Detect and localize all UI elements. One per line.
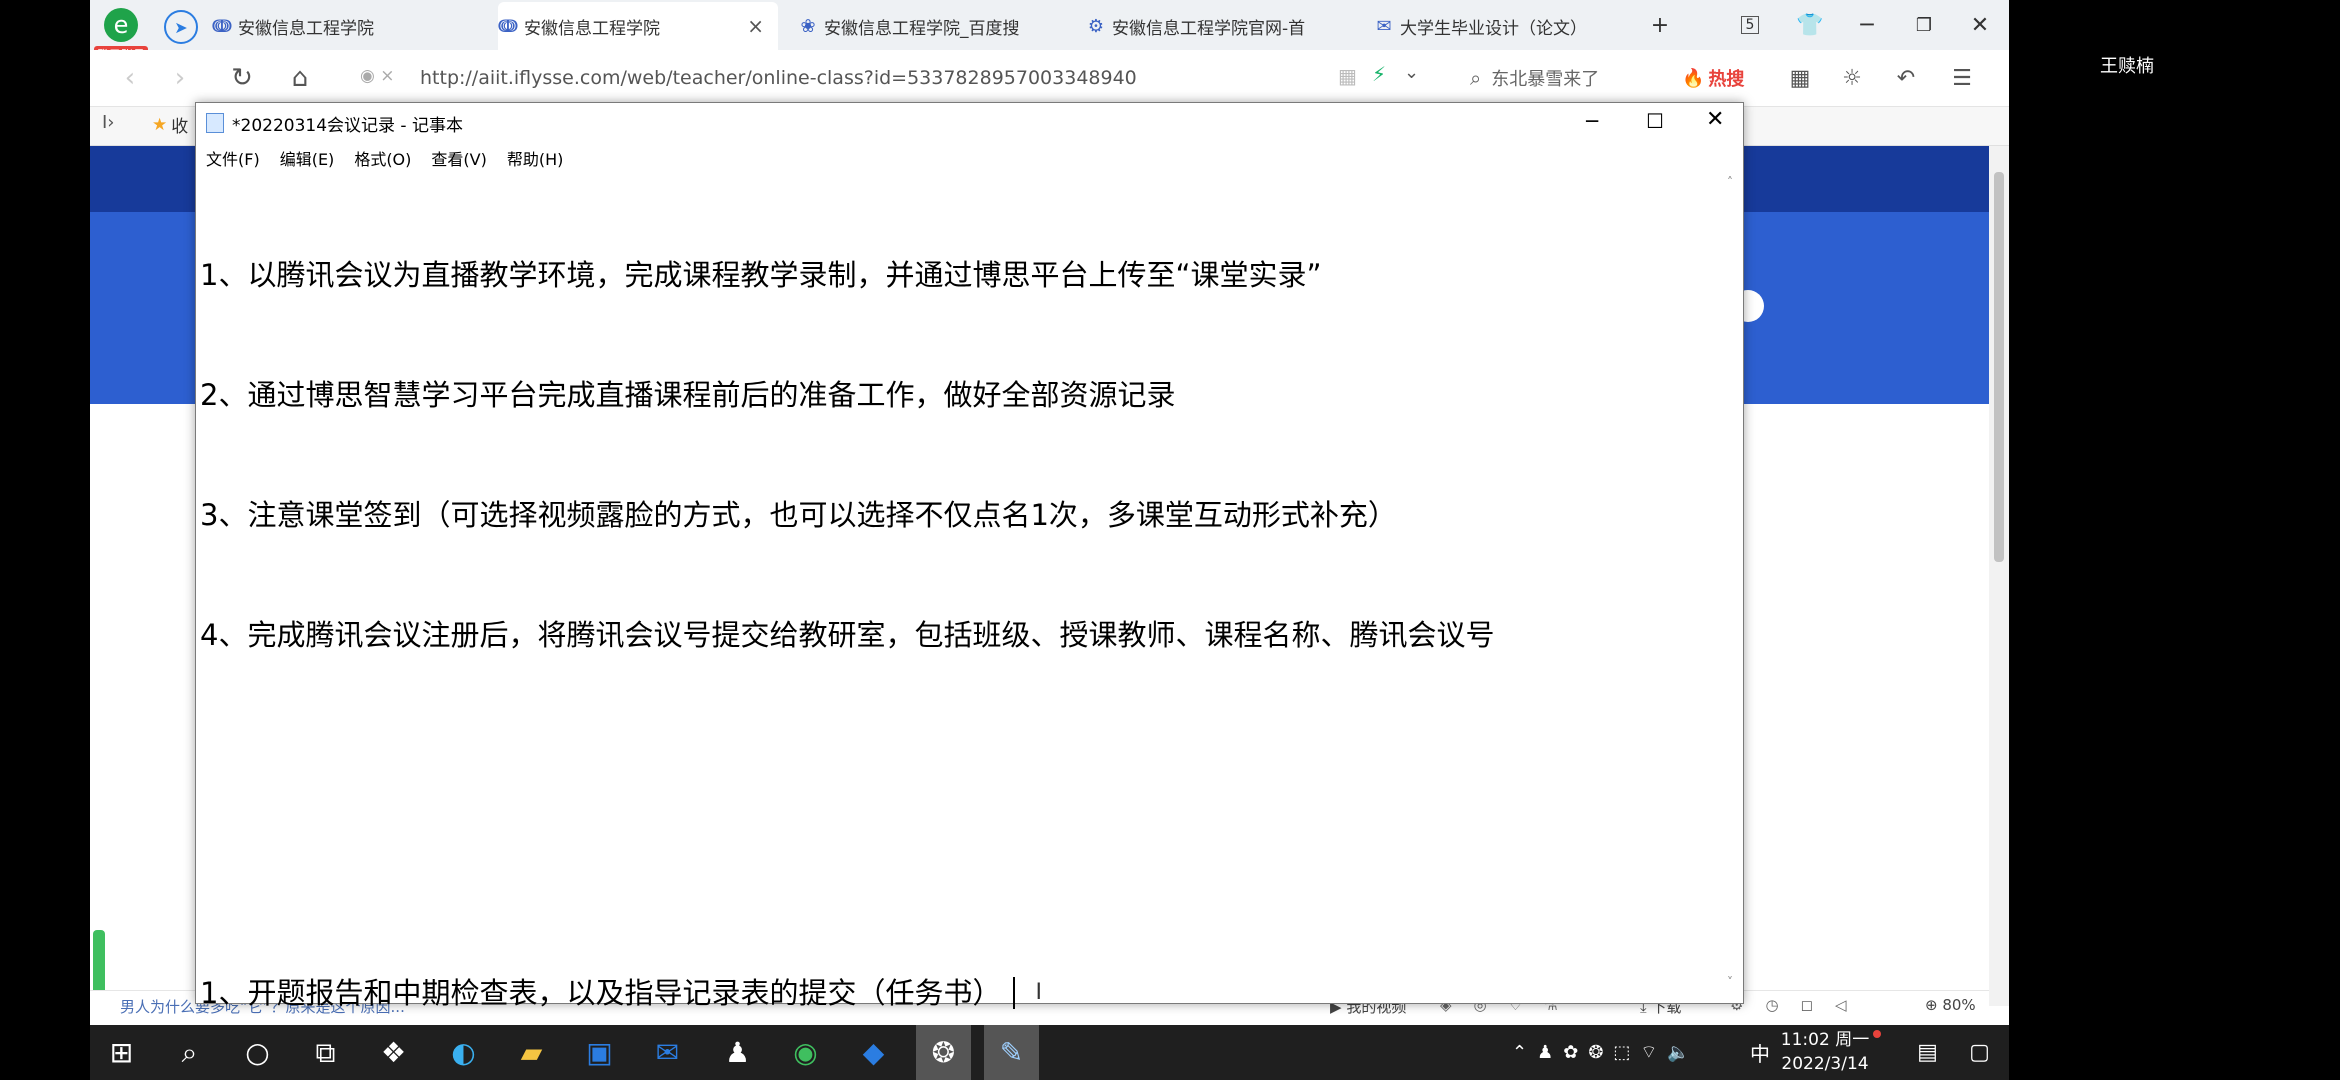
screen: e 登录账号 ➤ ↈ安徽信息工程学院 ↈ安徽信息工程学院 × ❀安徽信息工程学院… <box>90 0 2009 1080</box>
cap-icon: ✉ <box>1376 15 1392 37</box>
new-tab-button[interactable]: + <box>1640 0 1680 50</box>
search-taskbar-icon[interactable]: ⌕ <box>162 1025 217 1080</box>
gear-icon: ⚙ <box>1087 15 1105 37</box>
favorites-button[interactable]: ★ 收 <box>152 112 188 138</box>
text-line: 3、注意课堂签到（可选择视频露脸的方式，也可以选择不仅点名1次，多课堂互动形式补… <box>200 498 1397 532</box>
school-app-icon[interactable]: ❂ <box>916 1025 971 1080</box>
shirt-icon[interactable]: 👕 <box>1790 0 1830 50</box>
mail-icon[interactable]: ✉ <box>640 1025 695 1080</box>
app-icon[interactable]: ❖ <box>366 1025 421 1080</box>
ime-indicator[interactable]: 中 <box>1750 1025 1770 1080</box>
cortana-icon[interactable]: ○ <box>230 1025 285 1080</box>
tab-2-active[interactable]: ↈ 安徽信息工程学院 × <box>498 2 778 50</box>
text-line: 1、以腾讯会议为直播教学环境，完成课程教学录制，并通过博思平台上传至“课堂实录” <box>200 258 1322 292</box>
page-scrollbar-thumb[interactable] <box>1994 172 2004 562</box>
notepad-taskbar-icon[interactable]: ✎ <box>984 1025 1039 1080</box>
tab-count-icon[interactable]: 5 <box>1730 0 1770 50</box>
menu-view[interactable]: 查看(V) <box>431 146 486 170</box>
reload-icon[interactable]: ↻ <box>222 58 262 98</box>
clock-date: 2022/3/14 <box>1781 1054 1869 1074</box>
text-line: 4、完成腾讯会议注册后，将腾讯会议号提交给教研室，包括班级、授课教师、课程名称、… <box>200 618 1495 652</box>
text-caret <box>1013 977 1016 1009</box>
tab-5[interactable]: ✉ 大学生毕业设计（论文） <box>1374 2 1614 50</box>
qq-icon[interactable]: ♟ <box>710 1025 765 1080</box>
qr-icon[interactable]: ▦ <box>1338 64 1357 88</box>
notepad-icon <box>206 113 224 133</box>
link-icon: ↈ <box>498 15 518 37</box>
restore-browser-icon[interactable]: ❐ <box>1904 0 1944 50</box>
notepad-scrollbar[interactable]: ˄ ˅ <box>1725 175 1743 999</box>
browser-logo-icon[interactable]: e <box>104 8 138 42</box>
send-icon[interactable]: ➤ <box>164 10 198 44</box>
back-icon[interactable]: ‹ <box>110 58 150 98</box>
text-line <box>200 735 1710 775</box>
menu-icon[interactable]: ☰ <box>1942 58 1982 98</box>
wifi-icon[interactable]: ⌔ <box>1640 1041 1667 1064</box>
notepad-title: *20220314会议记录 - 记事本 <box>232 115 463 136</box>
zoom-level[interactable]: ⊕ 80% <box>1925 996 1976 1014</box>
tray-app-icons[interactable]: ♟✿❂⬚ <box>1537 1042 1640 1063</box>
menu-file[interactable]: 文件(F) <box>206 146 260 170</box>
tab-3[interactable]: ❀ 安徽信息工程学院_百度搜 <box>798 2 1063 50</box>
notepad-text-area[interactable]: 1、以腾讯会议为直播教学环境，完成课程教学录制，并通过博思平台上传至“课堂实录”… <box>200 175 1710 1010</box>
tab-1[interactable]: ↈ 安徽信息工程学院 <box>212 2 477 50</box>
menu-help[interactable]: 帮助(H) <box>507 146 564 170</box>
close-icon[interactable]: ✕ <box>1706 107 1724 132</box>
close-tab-icon[interactable]: × <box>747 14 764 38</box>
minimize-browser-icon[interactable]: ─ <box>1847 0 1887 50</box>
tab-4[interactable]: ⚙ 安徽信息工程学院官网-首 <box>1086 2 1351 50</box>
notepad-title-bar[interactable]: *20220314会议记录 - 记事本 ─ ☐ ✕ <box>196 103 1743 143</box>
brightness-icon[interactable]: ☼ <box>1832 58 1872 98</box>
hot-search-button[interactable]: 🔥 热搜 <box>1682 60 1744 96</box>
action-center-icon[interactable]: ▢ <box>1952 1025 2007 1080</box>
file-explorer-icon[interactable]: ▰ <box>504 1025 559 1080</box>
clock-time: 11:02 周一 <box>1780 1030 1870 1050</box>
menu-edit[interactable]: 编辑(E) <box>280 146 335 170</box>
paw-icon: ❀ <box>800 15 816 37</box>
user-name-label: 王赎楠 <box>2100 56 2154 77</box>
close-browser-icon[interactable]: ✕ <box>1960 0 2000 50</box>
apps-grid-icon[interactable]: ▦ <box>1780 58 1820 98</box>
search-icon: ⌕ <box>1470 66 1482 90</box>
store-icon[interactable]: ▣ <box>572 1025 627 1080</box>
text-line: 2、通过博思智慧学习平台完成直播课程前后的准备工作，做好全部资源记录 <box>200 378 1176 412</box>
meeting-icon[interactable]: ◆ <box>846 1025 901 1080</box>
menu-format[interactable]: 格式(O) <box>354 146 411 170</box>
link-icon: ↈ <box>212 15 232 37</box>
system-clock[interactable]: 11:02 周一 2022/3/14 <box>1780 1028 1870 1080</box>
text-line-current: 1、开题报告和中期检查表，以及指导记录表的提交（任务书） I <box>200 973 1710 1013</box>
notepad-menu-bar: 文件(F) 编辑(E) 格式(O) 查看(V) 帮助(H) <box>196 143 1743 173</box>
volume-icon[interactable]: 🔈 <box>1667 1042 1699 1063</box>
sidebar-toggle-icon[interactable]: I› <box>102 112 115 133</box>
notepad-window: *20220314会议记录 - 记事本 ─ ☐ ✕ 文件(F) 编辑(E) 格式… <box>195 102 1744 1010</box>
search-box[interactable]: ⌕ 东北暴雪来了 <box>1470 60 1599 96</box>
notes-icon[interactable]: ▤ <box>1900 1025 1955 1080</box>
home-icon[interactable]: ⌂ <box>280 58 320 98</box>
address-bar[interactable]: http://aiit.iflysse.com/web/teacher/onli… <box>420 60 1420 96</box>
ibeam-cursor-icon: I <box>1035 980 1042 1005</box>
fire-icon: 🔥 <box>1682 67 1705 89</box>
system-tray-icons[interactable]: ⌃ ♟✿❂⬚ ⌔ 🔈 <box>1512 1025 1700 1080</box>
star-icon: ★ <box>152 114 168 135</box>
notification-dot <box>1873 1030 1881 1038</box>
undo-icon[interactable]: ↶ <box>1886 58 1926 98</box>
scroll-down-icon[interactable]: ˅ <box>1727 975 1733 989</box>
chevron-down-icon[interactable]: ⌄ <box>1404 62 1419 83</box>
browser-taskbar-icon[interactable]: ◉ <box>778 1025 833 1080</box>
text-line <box>200 855 1710 893</box>
page-scrollbar[interactable] <box>1989 146 2009 1006</box>
chevron-up-icon[interactable]: ⌃ <box>1512 1042 1537 1063</box>
security-icon[interactable]: ◉ ⨯ <box>360 66 394 86</box>
minimize-icon[interactable]: ─ <box>1586 109 1598 133</box>
maximize-icon[interactable]: ☐ <box>1646 109 1664 133</box>
start-icon[interactable]: ⊞ <box>94 1025 149 1080</box>
edge-icon[interactable]: ◐ <box>436 1025 491 1080</box>
scroll-up-icon[interactable]: ˄ <box>1727 175 1733 189</box>
status-extra-icons[interactable]: ⚙◷◻◁ <box>1730 996 1869 1014</box>
lightning-icon[interactable]: ⚡ <box>1372 62 1386 86</box>
task-view-icon[interactable]: ⧉ <box>298 1025 353 1080</box>
forward-icon[interactable]: › <box>160 58 200 98</box>
